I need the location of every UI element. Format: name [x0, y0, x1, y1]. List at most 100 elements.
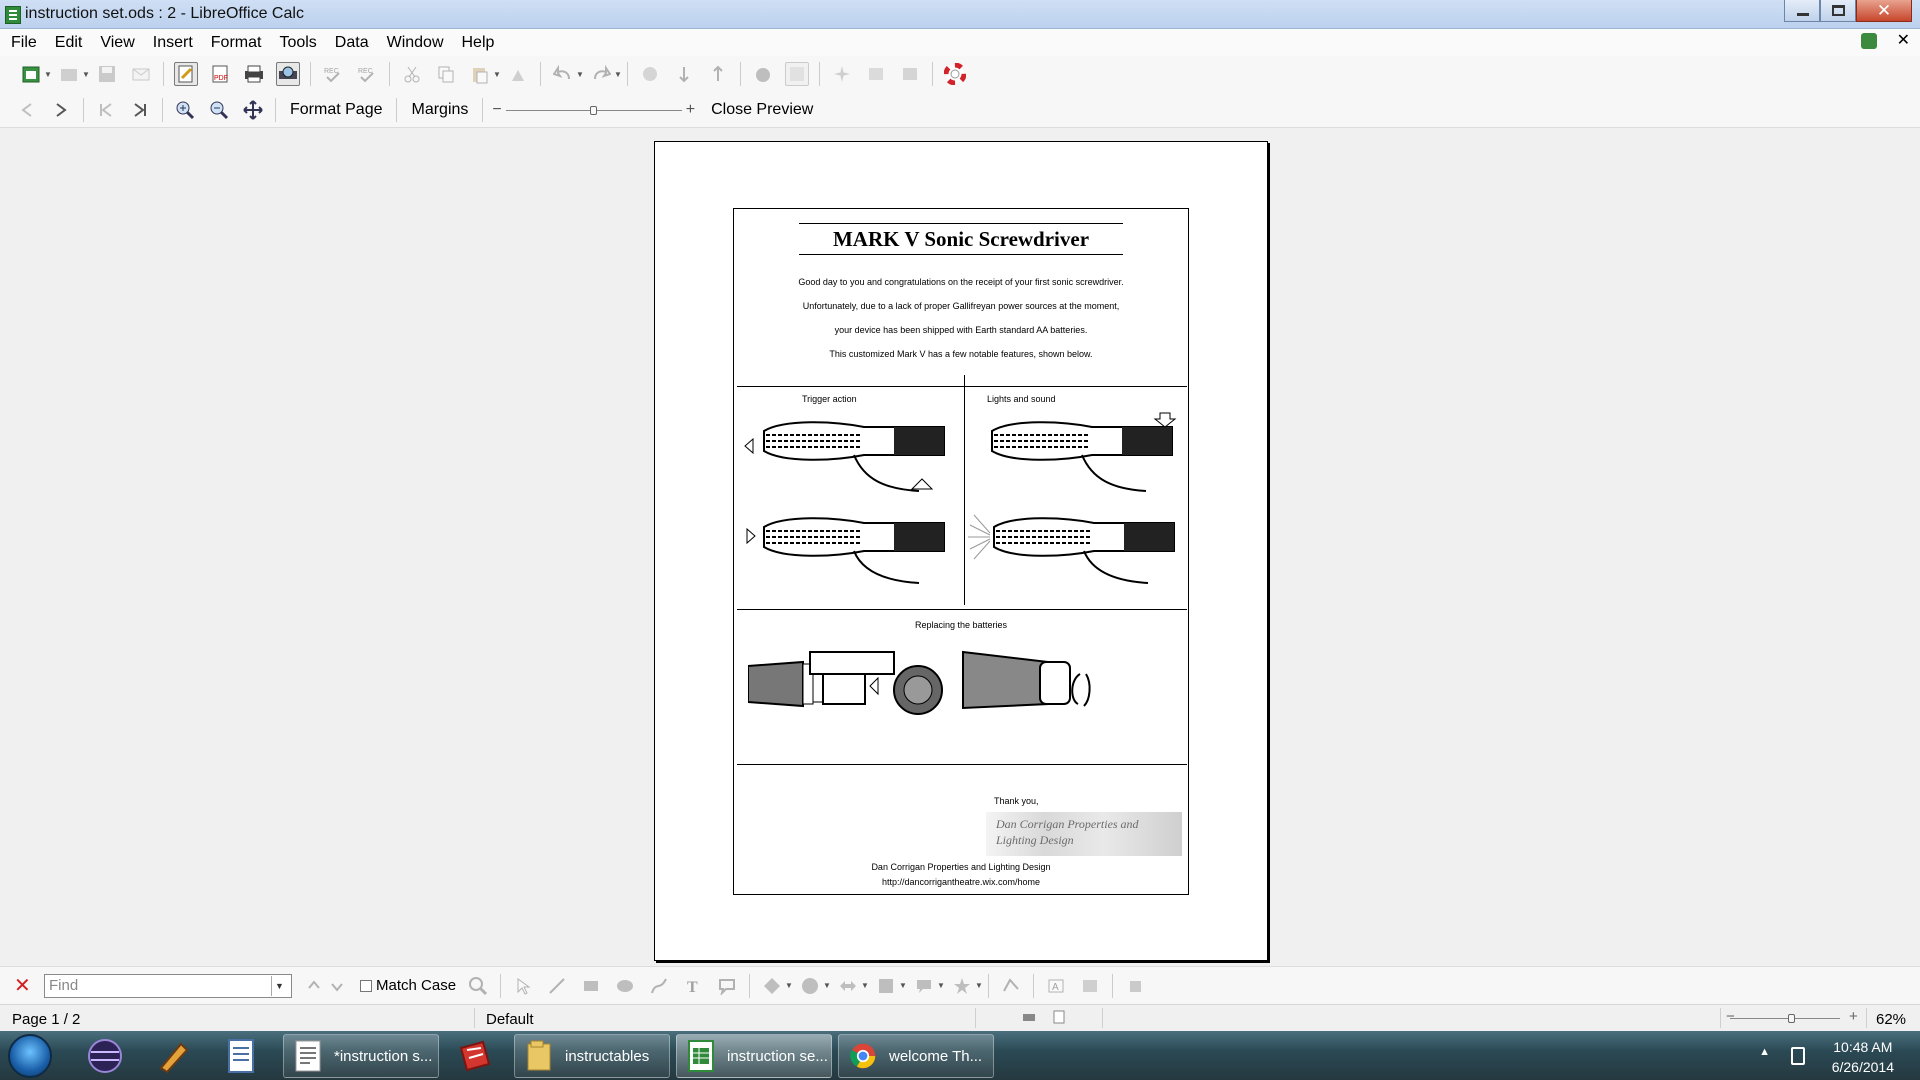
rectangle-tool-icon[interactable]	[579, 974, 603, 998]
symbol-shapes-icon[interactable]	[798, 974, 822, 998]
page-style[interactable]: Default	[486, 1011, 534, 1028]
undo-dropdown-icon[interactable]: ▼	[576, 70, 584, 79]
callouts-dropdown-icon[interactable]: ▼	[937, 981, 945, 990]
chart-icon[interactable]	[751, 62, 775, 86]
sort-ascending-icon[interactable]	[672, 62, 696, 86]
margins-button[interactable]: Margins	[402, 101, 477, 119]
stars-dropdown-icon[interactable]: ▼	[975, 981, 983, 990]
taskbar-chrome-welcome[interactable]: welcome Th...	[838, 1034, 994, 1078]
export-pdf-icon[interactable]: PDF	[208, 62, 232, 86]
pivot-table-icon[interactable]	[785, 62, 809, 86]
flowchart-icon[interactable]	[874, 974, 898, 998]
basic-shapes-dropdown-icon[interactable]: ▼	[785, 981, 793, 990]
freeform-tool-icon[interactable]	[647, 974, 671, 998]
network-icon[interactable]	[1791, 1047, 1805, 1065]
preview-zoom-slider[interactable]	[505, 100, 682, 120]
sort-descending-icon[interactable]	[706, 62, 730, 86]
taskbar-writer-instruction[interactable]: *instruction s...	[283, 1034, 439, 1078]
paste-dropdown-icon[interactable]: ▼	[493, 70, 501, 79]
new-document-icon[interactable]	[19, 62, 43, 86]
pencil-app-icon[interactable]	[146, 1035, 200, 1077]
zoom-in-icon[interactable]	[173, 98, 197, 122]
eclipse-icon[interactable]	[78, 1035, 132, 1077]
first-page-icon[interactable]	[94, 98, 118, 122]
text-tool-icon[interactable]: T	[681, 974, 705, 998]
system-clock[interactable]: 10:48 AM 6/26/2014	[1832, 1037, 1894, 1077]
minimize-button[interactable]	[1784, 0, 1820, 22]
menu-view[interactable]: View	[91, 29, 143, 56]
help-lifebuoy-icon[interactable]	[943, 62, 967, 86]
navigator-icon[interactable]	[830, 62, 854, 86]
status-zoom-out[interactable]: −	[1726, 1008, 1735, 1025]
email-icon[interactable]	[129, 62, 153, 86]
print-icon[interactable]	[242, 62, 266, 86]
zoom-percentage[interactable]: 62%	[1876, 1011, 1906, 1028]
redo-icon[interactable]	[589, 62, 613, 86]
taskbar-explorer-instructables[interactable]: instructables	[514, 1034, 670, 1078]
stars-icon[interactable]	[950, 974, 974, 998]
status-zoom-knob[interactable]	[1788, 1014, 1795, 1023]
save-icon[interactable]	[95, 62, 119, 86]
line-tool-icon[interactable]	[545, 974, 569, 998]
zoom-minus-button[interactable]: −	[488, 101, 505, 119]
close-window-button[interactable]: ✕	[1856, 0, 1912, 22]
paste-icon[interactable]	[468, 62, 492, 86]
start-button[interactable]	[8, 1034, 52, 1078]
zoom-plus-button[interactable]: +	[682, 101, 699, 119]
match-case-checkbox[interactable]: Match Case	[360, 977, 456, 994]
hyperlink-icon[interactable]	[638, 62, 662, 86]
update-download-icon[interactable]	[1860, 33, 1877, 49]
selection-mode-icon[interactable]	[1022, 1010, 1036, 1028]
zoom-out-icon[interactable]	[207, 98, 231, 122]
calc-app-icon[interactable]	[5, 6, 21, 24]
ellipse-tool-icon[interactable]	[613, 974, 637, 998]
gallery-icon[interactable]	[864, 62, 888, 86]
edit-mode-icon[interactable]	[174, 62, 198, 86]
status-zoom-in[interactable]: +	[1849, 1008, 1858, 1025]
maximize-button[interactable]	[1820, 0, 1856, 22]
previous-page-icon[interactable]	[15, 98, 39, 122]
close-preview-button[interactable]: Close Preview	[699, 101, 822, 119]
match-case-box[interactable]	[360, 979, 372, 992]
points-icon[interactable]	[999, 974, 1023, 998]
flowchart-dropdown-icon[interactable]: ▼	[899, 981, 907, 990]
next-page-icon[interactable]	[49, 98, 73, 122]
data-sources-icon[interactable]	[898, 62, 922, 86]
find-input[interactable]: Find ▼	[44, 973, 292, 998]
callouts-icon[interactable]	[912, 974, 936, 998]
extrusion-icon[interactable]	[1123, 974, 1147, 998]
autospellcheck-icon[interactable]: REC	[355, 62, 379, 86]
menu-format[interactable]: Format	[202, 29, 271, 56]
cut-icon[interactable]	[400, 62, 424, 86]
fontwork-icon[interactable]: A	[1044, 974, 1068, 998]
block-arrows-dropdown-icon[interactable]: ▼	[861, 981, 869, 990]
menu-insert[interactable]: Insert	[144, 29, 202, 56]
format-page-button[interactable]: Format Page	[281, 101, 391, 119]
redo-dropdown-icon[interactable]: ▼	[614, 70, 622, 79]
menu-data[interactable]: Data	[326, 29, 378, 56]
templates-dropdown-icon[interactable]: ▼	[82, 70, 90, 79]
symbol-shapes-dropdown-icon[interactable]: ▼	[823, 981, 831, 990]
clone-formatting-icon[interactable]	[506, 62, 530, 86]
find-next-icon[interactable]	[325, 974, 349, 998]
last-page-icon[interactable]	[128, 98, 152, 122]
templates-icon[interactable]	[57, 62, 81, 86]
menu-window[interactable]: Window	[378, 29, 453, 56]
menu-help[interactable]: Help	[453, 29, 504, 56]
show-hidden-icons-icon[interactable]: ▲	[1759, 1046, 1770, 1058]
find-replace-icon[interactable]	[466, 974, 490, 998]
status-zoom-slider[interactable]	[1730, 1018, 1840, 1019]
sketchup-icon[interactable]	[448, 1035, 502, 1077]
menu-tools[interactable]: Tools	[270, 29, 325, 56]
from-file-icon[interactable]	[1078, 974, 1102, 998]
spellcheck-icon[interactable]: REC	[321, 62, 345, 86]
undo-icon[interactable]	[551, 62, 575, 86]
find-previous-icon[interactable]	[302, 974, 326, 998]
full-screen-icon[interactable]	[241, 98, 265, 122]
close-document-icon[interactable]: ✕	[1897, 33, 1910, 49]
callout-tool-icon[interactable]	[715, 974, 739, 998]
close-find-bar-icon[interactable]: ✕	[14, 973, 34, 998]
copy-icon[interactable]	[434, 62, 458, 86]
new-dropdown-icon[interactable]: ▼	[44, 70, 52, 79]
notepad-icon[interactable]	[214, 1035, 268, 1077]
